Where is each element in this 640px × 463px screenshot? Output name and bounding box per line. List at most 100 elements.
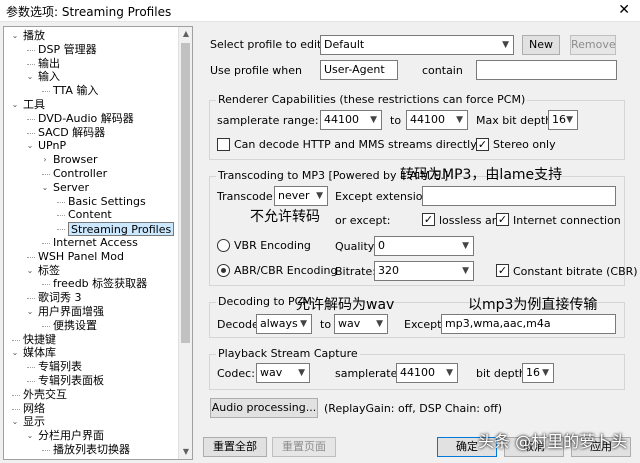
watermark: 头条 @村里的萝卜头: [478, 432, 628, 451]
expand-icon[interactable]: ›: [40, 153, 50, 167]
collapse-icon[interactable]: ⌄: [25, 139, 35, 153]
decode-value: always: [260, 317, 298, 330]
tree-connector: [27, 298, 35, 300]
transcode-annotation: 转码为MP3，由lame支持: [400, 167, 563, 183]
tree-scrollbar[interactable]: ▲ ▼: [178, 27, 192, 459]
max-bitdepth-label: Max bit depth:: [476, 114, 556, 127]
close-icon[interactable]: ✕: [618, 2, 630, 18]
tree-item[interactable]: 专辑列表面板: [38, 374, 104, 388]
remove-button[interactable]: Remove: [570, 35, 616, 55]
reset-page-button[interactable]: 重置页面: [272, 437, 336, 457]
tree-item[interactable]: 播放: [23, 29, 45, 43]
reset-all-button[interactable]: 重置全部: [203, 437, 267, 457]
no-transcode-annotation: 不允许转码: [250, 209, 320, 225]
max-bitdepth-select[interactable]: 16 ▼: [548, 110, 578, 130]
except-extensions-field[interactable]: [422, 186, 616, 206]
tree-item[interactable]: 媒体库: [23, 346, 56, 360]
tree-item[interactable]: 歌词秀 3: [38, 291, 82, 305]
tree-item[interactable]: Basic Settings: [68, 195, 146, 209]
playback-bitdepth-select[interactable]: 16 ▼: [522, 363, 554, 383]
abr-cbr-radio[interactable]: [217, 264, 230, 277]
tree-item[interactable]: 输入: [38, 70, 60, 84]
chevron-down-icon: ▼: [446, 368, 453, 378]
scroll-up-icon[interactable]: ▲: [179, 27, 192, 41]
transcode-label: Transcode: [217, 190, 273, 203]
codec-select[interactable]: wav ▼: [256, 363, 310, 383]
tree-item[interactable]: 快捷键: [23, 333, 56, 347]
tree-item[interactable]: WSH Panel Mod: [38, 250, 124, 264]
samplerate-from-select[interactable]: 44100 ▼: [320, 110, 382, 130]
title-bar: 参数选项: Streaming Profiles ✕: [0, 0, 640, 22]
chevron-down-icon: ▼: [300, 319, 307, 329]
collapse-icon[interactable]: ⌄: [10, 346, 20, 360]
tree-item[interactable]: TTA 输入: [53, 84, 98, 98]
constant-bitrate-checkbox[interactable]: ✓: [496, 264, 509, 277]
chevron-down-icon: ▼: [316, 191, 323, 201]
tree-item[interactable]: 标签: [38, 264, 60, 278]
new-button[interactable]: New: [522, 35, 560, 55]
tree-item[interactable]: DVD-Audio 解码器: [38, 112, 134, 126]
tree-item[interactable]: Streaming Profiles: [68, 222, 175, 237]
tree-connector: [27, 118, 35, 120]
tree-item[interactable]: Browser: [53, 153, 98, 167]
contain-field[interactable]: [476, 60, 617, 80]
collapse-icon[interactable]: ⌄: [10, 98, 20, 112]
vbr-radio[interactable]: [217, 239, 230, 252]
tree-item[interactable]: DSP 管理器: [38, 43, 97, 57]
collapse-icon[interactable]: ⌄: [25, 70, 35, 84]
tree-connector: [27, 49, 35, 51]
tree-item[interactable]: 专辑列表: [38, 360, 82, 374]
tree-item[interactable]: 输出: [38, 57, 60, 71]
chevron-down-icon: ▼: [376, 319, 383, 329]
stereo-only-checkbox[interactable]: ✓: [476, 138, 489, 151]
preferences-tree[interactable]: ⌄ 播放 DSP 管理器 输出 ⌄ 输入 TTA 输入 ⌄ 工具 DVD-Audio 解码器 SAC…: [3, 26, 193, 460]
tree-item[interactable]: UPnP: [38, 139, 66, 153]
tree-item[interactable]: freedb 标签获取器: [53, 277, 147, 291]
tree-item[interactable]: Content: [68, 208, 112, 222]
decode-to-value: wav: [338, 317, 361, 330]
tree-item[interactable]: 分栏用户界面: [38, 429, 104, 443]
profile-select[interactable]: Default ▼: [320, 35, 514, 55]
collapse-icon[interactable]: ⌄: [10, 29, 20, 43]
samplerate-to-value: 44100: [410, 113, 445, 126]
decode-to-select[interactable]: wav ▼: [334, 314, 388, 334]
tree-item[interactable]: 工具: [23, 98, 45, 112]
decode-to-label: to: [320, 318, 332, 331]
tree-item[interactable]: 用户界面增强: [38, 305, 104, 319]
collapse-icon[interactable]: ⌄: [40, 181, 50, 195]
tree-item[interactable]: 显示: [23, 415, 45, 429]
collapse-icon[interactable]: ⌄: [25, 264, 35, 278]
playback-samplerate-select[interactable]: 44100 ▼: [396, 363, 458, 383]
collapse-icon[interactable]: ⌄: [25, 429, 35, 443]
window-title: 参数选项: Streaming Profiles: [6, 5, 172, 19]
internet-connection-checkbox[interactable]: ✓: [496, 213, 509, 226]
quality-select[interactable]: 0 ▼: [374, 236, 474, 256]
samplerate-to-select[interactable]: 44100 ▼: [406, 110, 468, 130]
tree-connector: [27, 367, 35, 369]
http-mms-checkbox[interactable]: [217, 138, 230, 151]
lossless-checkbox[interactable]: ✓: [422, 213, 435, 226]
bitrate-select[interactable]: 320 ▼: [374, 261, 474, 281]
tree-item[interactable]: 便携设置: [53, 319, 97, 333]
playback-title: Playback Stream Capture: [216, 347, 360, 360]
tree-connector: [12, 394, 20, 396]
tree-item[interactable]: Server: [53, 181, 89, 195]
decode-select[interactable]: always ▼: [256, 314, 312, 334]
tree-item[interactable]: 播放列表切换器: [53, 443, 130, 457]
tree-item[interactable]: 网络: [23, 402, 45, 416]
collapse-icon[interactable]: ⌄: [25, 305, 35, 319]
audio-processing-button[interactable]: Audio processing...: [210, 398, 318, 418]
decode-except-field[interactable]: mp3,wma,aac,m4a: [441, 314, 616, 334]
tree-item[interactable]: Internet Access: [53, 236, 138, 250]
tree-item[interactable]: 外壳交互: [23, 388, 67, 402]
chevron-down-icon: ▼: [542, 368, 549, 378]
tree-item[interactable]: Controller: [53, 167, 107, 181]
chevron-down-icon: ▼: [502, 40, 509, 50]
scroll-down-icon[interactable]: ▼: [179, 445, 192, 459]
tree-item[interactable]: SACD 解码器: [38, 126, 105, 140]
tree-connector: [27, 63, 35, 65]
collapse-icon[interactable]: ⌄: [10, 415, 20, 429]
transcode-select[interactable]: never ▼: [274, 186, 328, 206]
user-agent-field[interactable]: User-Agent: [320, 60, 398, 80]
scroll-thumb[interactable]: [181, 43, 190, 343]
